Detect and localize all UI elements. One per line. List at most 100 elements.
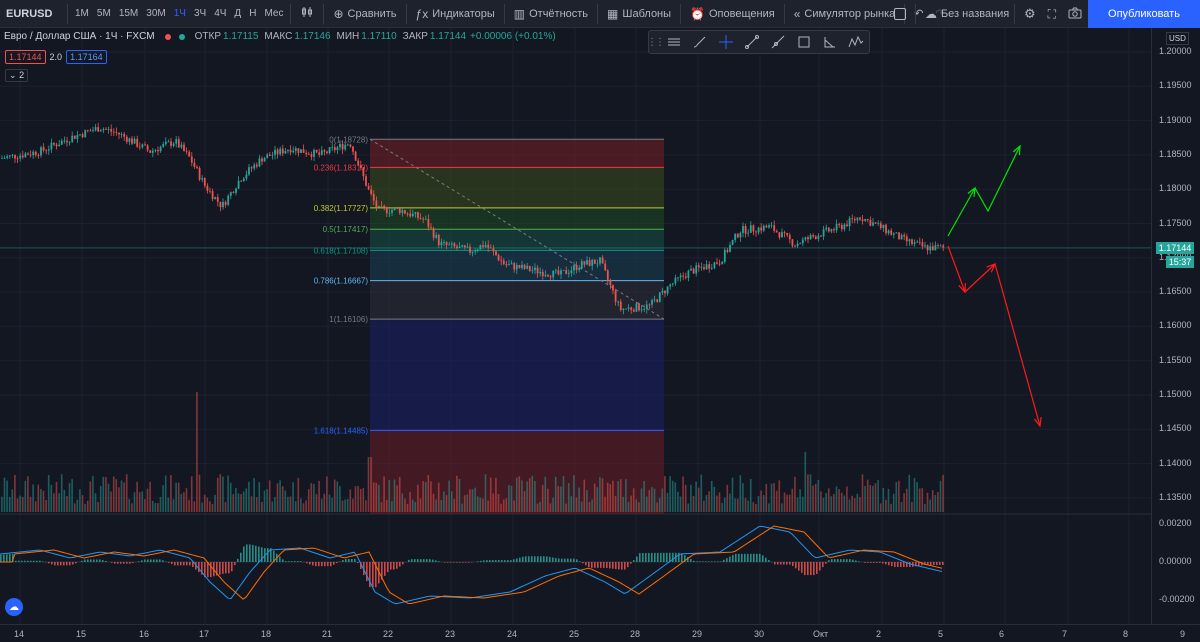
macd-histogram-bar (645, 552, 647, 562)
macd-histogram-bar (198, 562, 200, 573)
macd-histogram-bar (564, 558, 566, 562)
volume-bar (887, 488, 890, 512)
volume-bar (788, 494, 791, 512)
lines-tool[interactable] (661, 31, 687, 53)
candle-body (3, 158, 6, 159)
volume-bar (661, 488, 664, 512)
timeframe-1[interactable]: 5М (93, 0, 115, 28)
candle-body (843, 224, 846, 230)
macd-histogram-bar (330, 562, 332, 567)
macd-histogram-bar (753, 553, 755, 562)
currency-label[interactable]: USD (1166, 32, 1189, 45)
fib-level-label: 1(1.16106) (329, 315, 368, 324)
candle-body (185, 151, 188, 152)
chart-canvas[interactable]: 0(1.18728) 0.236(1.18319) 0.382(1.17727) 0.… (0, 28, 1151, 624)
candle-body (333, 147, 336, 151)
timeframe-5[interactable]: 3Ч (190, 0, 210, 28)
macd-histogram-bar (321, 562, 323, 567)
volume-bar (601, 478, 604, 512)
snapshot-button[interactable] (1062, 0, 1088, 28)
timeframe-0[interactable]: 1М (71, 0, 93, 28)
toolbar-divider (1013, 4, 1015, 24)
timeframe-2[interactable]: 15М (115, 0, 142, 28)
crosshair-tool[interactable] (713, 31, 739, 53)
price-axis[interactable]: 1.20000 1.19500 1.19000 1.18500 1.18000 1.175… (1151, 28, 1200, 628)
candle-body (396, 207, 399, 209)
indicators-button[interactable]: ƒx Индикаторы (410, 0, 501, 28)
candle-body (323, 150, 326, 152)
macd-histogram-bar (309, 562, 311, 565)
angle-tool[interactable] (817, 31, 843, 53)
candle-body (580, 261, 583, 268)
timeframe-3[interactable]: 30М (142, 0, 169, 28)
fib-zone (370, 167, 664, 208)
timeframe-7[interactable]: Д (230, 0, 245, 28)
macd-histogram-bar (666, 552, 668, 562)
macd-histogram-bar (726, 558, 728, 562)
volume-bar (185, 488, 188, 512)
timeframe-6[interactable]: 4Ч (210, 0, 230, 28)
volume-bar (331, 497, 333, 512)
timeframe-9[interactable]: Мес (260, 0, 287, 28)
candle-body (882, 224, 885, 229)
macd-histogram-bar (117, 562, 119, 564)
volume-bar (45, 500, 47, 512)
drag-handle[interactable]: ⋮⋮ (647, 31, 665, 53)
top-toolbar: EURUSD 1М 5М 15М 30М 1Ч 3Ч 4Ч Д Н Мес ⊕ Сравнить ƒ… (0, 0, 1200, 28)
candle-body (604, 263, 607, 271)
bid-badge[interactable]: 1.17144 (5, 50, 46, 64)
brush-tool[interactable] (687, 31, 713, 53)
chart-type-button[interactable] (294, 0, 320, 28)
fullscreen-button[interactable]: ⛶ (1042, 0, 1062, 28)
candle-body (271, 155, 274, 156)
candle-body (814, 236, 817, 239)
volume-bar (136, 481, 138, 512)
candle-body (617, 301, 620, 303)
templates-button[interactable]: ▦ Шаблоны (601, 0, 677, 28)
candle-body (406, 213, 409, 215)
symbol-search[interactable]: EURUSD (0, 0, 64, 28)
candle-body (242, 178, 245, 182)
candle-body (731, 240, 734, 245)
settings-button[interactable]: ⚙ (1018, 0, 1042, 28)
volume-bar (359, 488, 362, 512)
financials-button[interactable]: ▥ Отчётность (508, 0, 594, 28)
volume-bar (63, 489, 66, 512)
alerts-button[interactable]: ⏰ Оповещения (684, 0, 781, 28)
ask-badge[interactable]: 1.17164 (66, 50, 107, 64)
candle-body (154, 150, 157, 151)
volume-bar (123, 482, 125, 512)
macd-histogram-bar (75, 562, 77, 564)
candle-body (40, 147, 42, 156)
macd-histogram-bar (876, 562, 878, 563)
camera-icon (1068, 7, 1082, 22)
volume-bar (157, 503, 159, 512)
time-axis[interactable]: 14 15 16 17 18 21 22 23 24 25 28 29 30 Окт 2 5 6 7 8 9 (0, 624, 1200, 642)
compare-button[interactable]: ⊕ Сравнить (327, 0, 402, 28)
macd-histogram-bar (738, 553, 740, 562)
timeframe-4[interactable]: 1Ч (170, 0, 190, 28)
replay-button[interactable]: «Симулятор рынка (788, 0, 902, 28)
candle-body (809, 235, 812, 240)
volume-bar (583, 479, 586, 512)
fullscreen-square-button[interactable] (888, 0, 912, 28)
series-title: Евро / Доллар США · 1Ч · FXCM (4, 31, 155, 42)
volume-bar (752, 502, 755, 512)
candle-body (679, 275, 682, 278)
publish-button[interactable]: Опубликовать (1088, 0, 1200, 28)
pattern-tool[interactable] (843, 31, 869, 53)
indicators-collapse-button[interactable]: ⌄ 2 (5, 69, 29, 82)
rectangle-tool[interactable] (791, 31, 817, 53)
layout-name-button[interactable]: ☁ Без названия (919, 0, 1011, 28)
trendline-tool[interactable] (739, 31, 765, 53)
macd-histogram-bar (636, 556, 638, 562)
ray-tool[interactable] (765, 31, 791, 53)
volume-bar (765, 483, 768, 512)
fib-level-label: 0.5(1.17417) (323, 225, 369, 234)
volume-bar (609, 484, 612, 512)
volume-bar (461, 503, 463, 512)
candle-body (929, 246, 932, 251)
tradingview-logo[interactable]: ☁ (5, 598, 23, 616)
volume-bar (209, 501, 211, 512)
timeframe-8[interactable]: Н (245, 0, 260, 28)
